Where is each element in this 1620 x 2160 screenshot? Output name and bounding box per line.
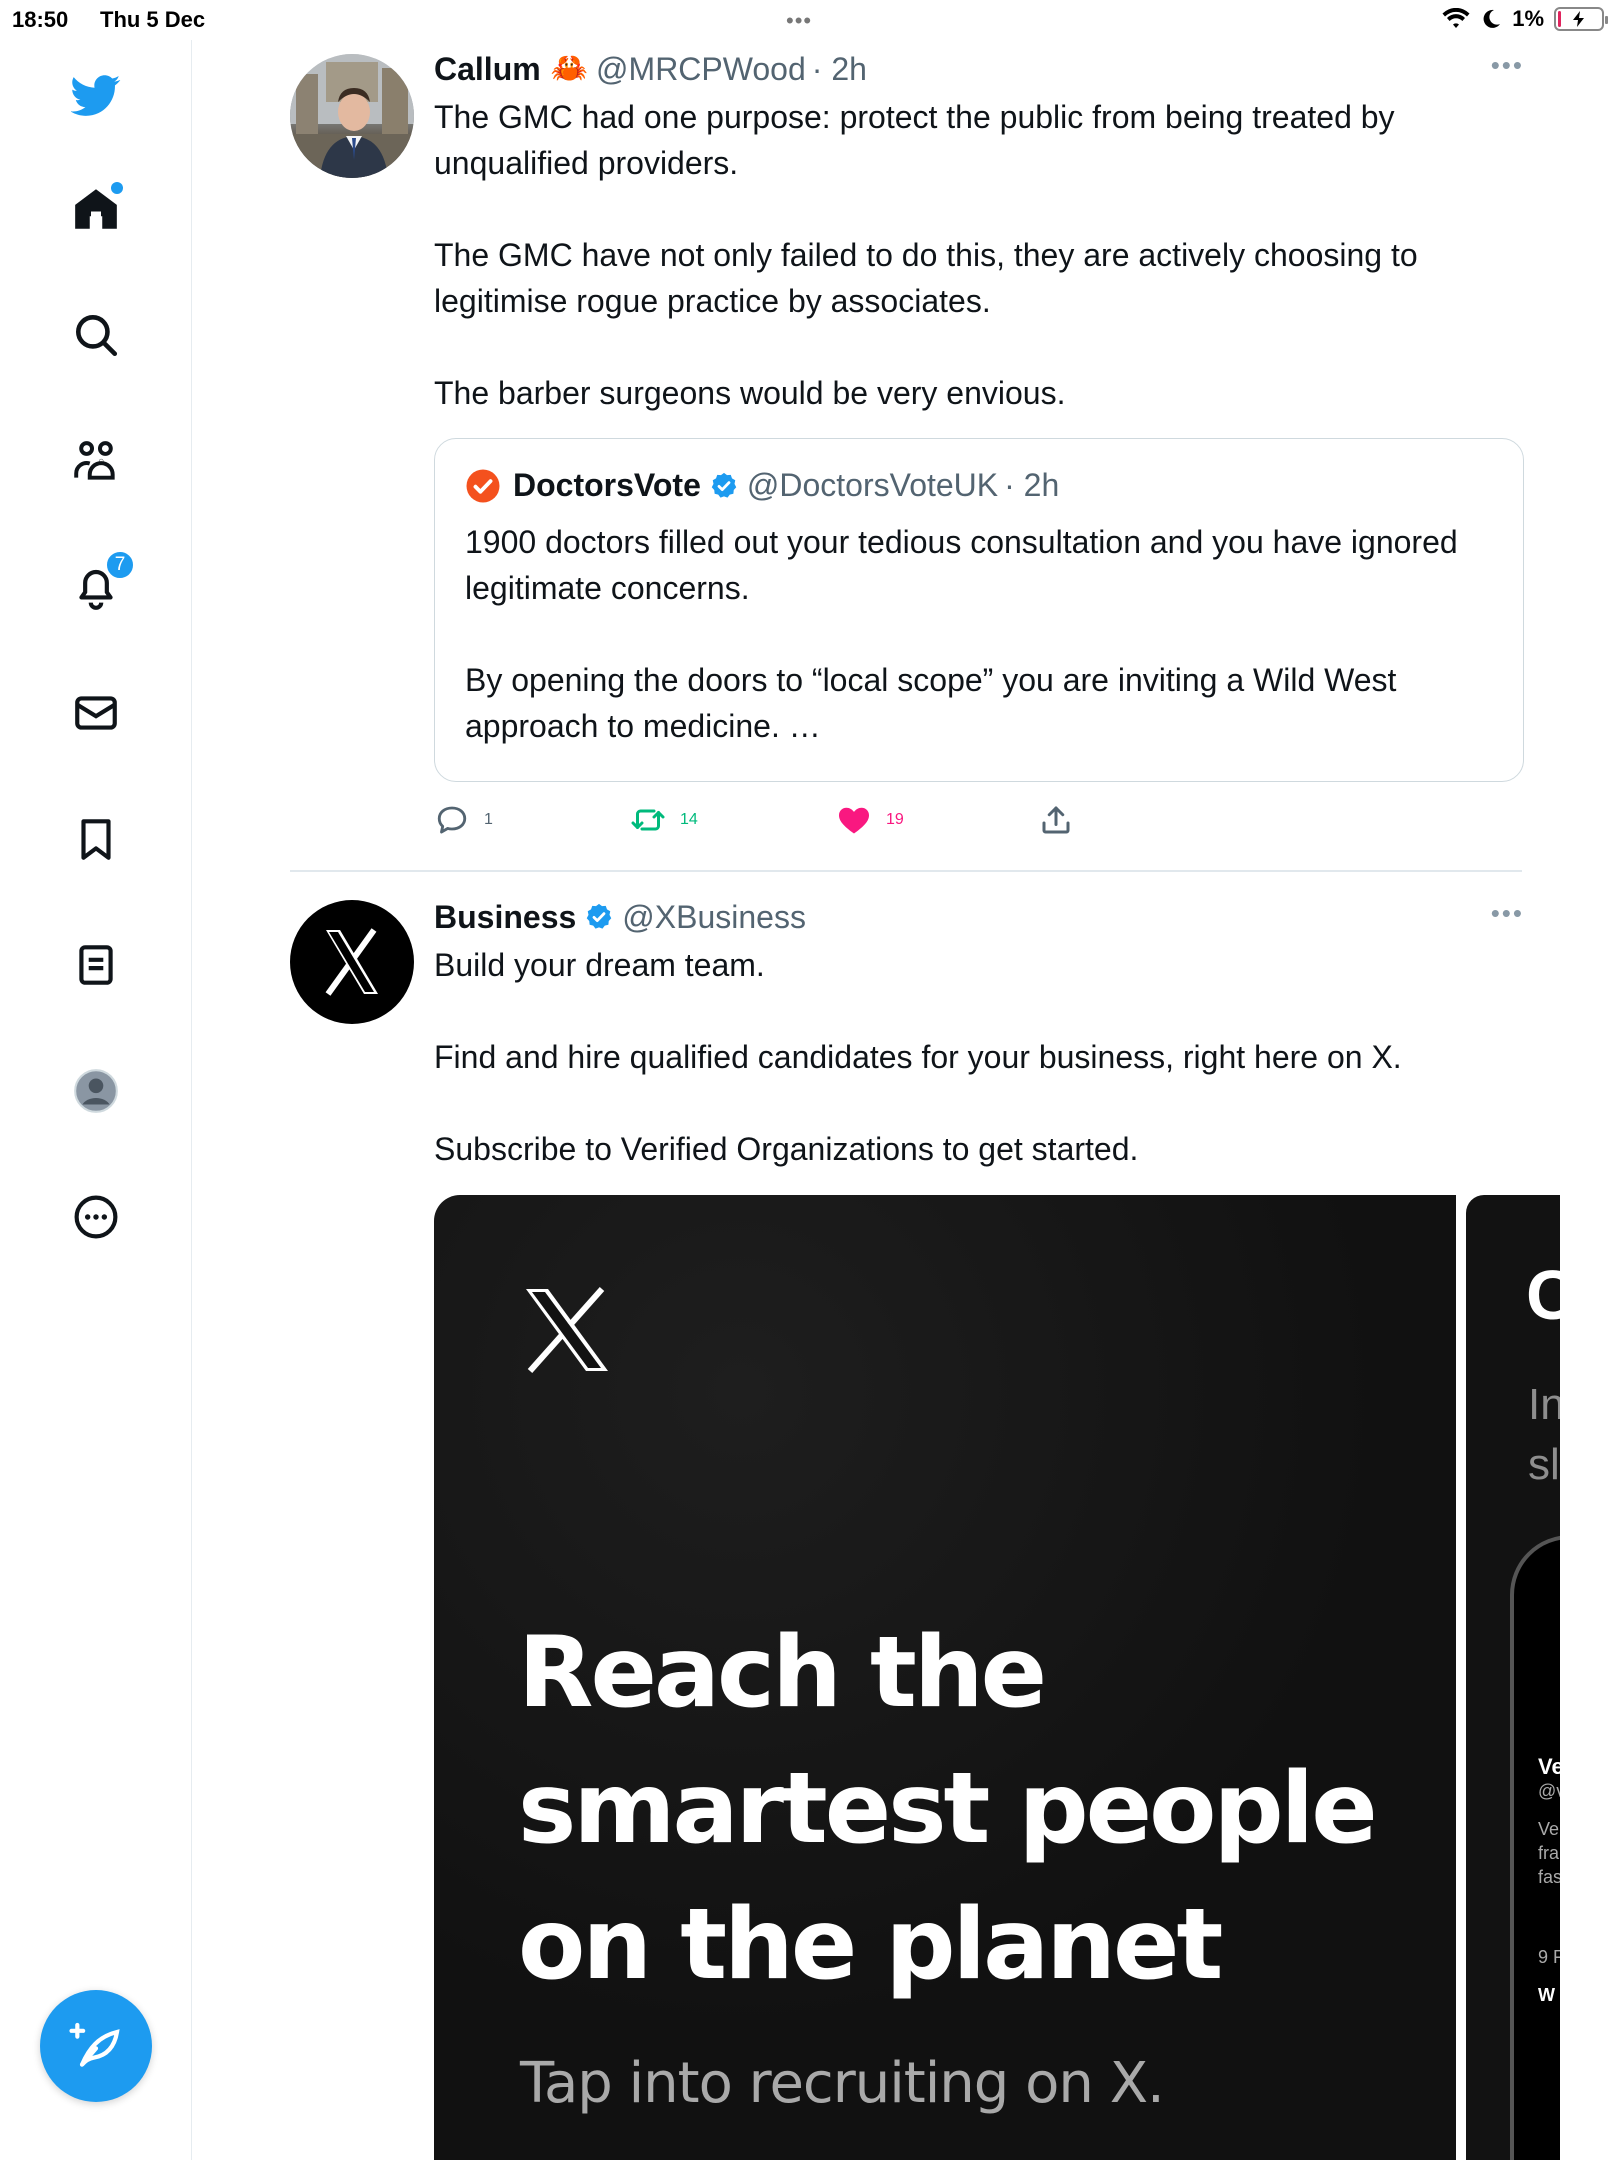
avatar-callum[interactable] <box>290 54 414 178</box>
twitter-logo-icon[interactable] <box>65 64 127 126</box>
author-name[interactable]: Business <box>434 898 576 936</box>
nav-lists[interactable] <box>65 934 127 996</box>
phone-line: 9 F <box>1538 1947 1560 1967</box>
quote-paragraph: By opening the doors to “local scope” yo… <box>465 662 1397 744</box>
wifi-icon <box>1442 8 1470 28</box>
phone-line: W <box>1538 1985 1555 2005</box>
status-bar: 18:50 Thu 5 Dec ••• 1% <box>0 0 1620 40</box>
tweet-content: Business @XBusiness ••• Build your dream… <box>434 898 1524 1172</box>
quote-paragraph: 1900 doctors filled out your tedious con… <box>465 524 1458 606</box>
phone-line: fra <box>1538 1843 1560 1863</box>
profile-avatar-icon <box>74 1069 118 1113</box>
quote-author-handle: @DoctorsVoteUK <box>746 467 999 503</box>
like-count: 19 <box>886 811 904 828</box>
reply-button[interactable]: 1 <box>434 802 493 838</box>
battery-icon <box>1554 7 1608 31</box>
phone-text: Ve @v Ve fra fas 9 F W <box>1538 1755 1560 2007</box>
retweet-count: 14 <box>680 811 698 828</box>
avatar-xbusiness[interactable] <box>290 900 414 1024</box>
status-right: 1% <box>1442 6 1608 32</box>
compose-feather-icon <box>69 2022 120 2067</box>
list-icon <box>79 945 113 985</box>
search-icon <box>76 315 118 357</box>
tweet-paragraph: The barber surgeons would be very enviou… <box>434 375 1066 411</box>
home-new-dot <box>111 182 123 194</box>
nav-more[interactable] <box>65 1186 127 1248</box>
heart-icon <box>839 807 869 834</box>
x-logo-icon <box>526 1287 608 1373</box>
nav-profile[interactable] <box>65 1060 127 1122</box>
next-card-line: sl <box>1528 1440 1560 1489</box>
next-card-title: C <box>1526 1256 1560 1334</box>
nav-explore[interactable] <box>65 304 127 366</box>
status-date: Thu 5 Dec <box>100 7 206 32</box>
moon-icon <box>1483 9 1501 28</box>
quote-time: · 2h <box>1004 467 1060 503</box>
sidebar: 7 <box>0 40 192 2160</box>
media-carousel[interactable]: Reach the smartest people on the planet … <box>434 1195 1560 2160</box>
tweet-header: Callum 🦀 @MRCPWood · 2h <box>434 50 1524 88</box>
phone-line: Ve <box>1538 1754 1560 1779</box>
notification-badge: 7 <box>105 550 135 580</box>
nav-bookmarks[interactable] <box>65 808 127 870</box>
more-circle-icon <box>74 1195 118 1239</box>
tweet-text: Build your dream team. Find and hire qua… <box>434 942 1524 1172</box>
communities-icon <box>74 441 115 480</box>
retweet-button[interactable]: 14 <box>630 802 698 838</box>
tweet-paragraph: Build your dream team. <box>434 947 765 983</box>
quote-author-name: DoctorsVote <box>513 467 701 503</box>
verified-badge-icon <box>587 903 612 929</box>
phone-line: fas <box>1538 1867 1560 1887</box>
tweet-more-icon[interactable]: ••• <box>1491 898 1524 929</box>
status-time: 18:50 <box>12 7 69 32</box>
nav-messages[interactable] <box>65 682 127 744</box>
bookmark-icon <box>81 819 111 860</box>
next-card-line: In <box>1528 1380 1560 1429</box>
compose-tweet-button[interactable] <box>40 1990 152 2102</box>
media-card-next[interactable]: C In sl Ve @v Ve fra fas 9 F W <box>1466 1195 1560 2160</box>
retweet-icon <box>631 809 665 831</box>
tweet-callum[interactable]: Callum 🦀 @MRCPWood · 2h ••• The GMC had … <box>290 50 1524 860</box>
author-handle[interactable]: @MRCPWood <box>596 50 806 88</box>
tweet-paragraph: Subscribe to Verified Organizations to g… <box>434 1131 1139 1167</box>
nav-home[interactable] <box>65 178 127 240</box>
next-card-text: In sl <box>1528 1375 1560 1495</box>
phone-line: Ve <box>1538 1819 1560 1839</box>
quoted-tweet[interactable]: DoctorsVote @DoctorsVoteUK · 2h 1900 doc… <box>434 438 1524 782</box>
like-button[interactable]: 19 <box>836 802 904 838</box>
author-handle[interactable]: @XBusiness <box>622 898 806 936</box>
quote-header: DoctorsVote @DoctorsVoteUK · 2h <box>465 467 1059 504</box>
tweet-more-icon[interactable]: ••• <box>1491 50 1524 81</box>
tweet-time[interactable]: · 2h <box>812 50 867 88</box>
verified-badge-icon <box>711 472 737 498</box>
mail-icon <box>75 696 117 730</box>
tweet-paragraph: The GMC have not only failed to do this,… <box>434 237 1418 319</box>
quote-text: 1900 doctors filled out your tedious con… <box>465 519 1493 749</box>
media-headline: Reach the smartest people on the planet <box>518 1616 1378 2002</box>
tweet-paragraph: The GMC had one purpose: protect the pub… <box>434 99 1395 181</box>
tweet-divider <box>290 870 1522 872</box>
reply-icon <box>437 806 467 834</box>
nav-notifications[interactable]: 7 <box>65 550 135 618</box>
share-button[interactable] <box>1038 802 1074 838</box>
tweet-content: Callum 🦀 @MRCPWood · 2h ••• The GMC had … <box>434 50 1524 416</box>
share-icon <box>1042 806 1070 834</box>
doctorsvote-logo-icon <box>466 469 500 502</box>
phone-line: @v <box>1538 1781 1560 1801</box>
tweet-paragraph: Find and hire qualified candidates for y… <box>434 1039 1402 1075</box>
battery-percent: 1% <box>1512 6 1544 31</box>
tweet-text: The GMC had one purpose: protect the pub… <box>434 94 1524 416</box>
author-name[interactable]: Callum <box>434 50 541 88</box>
nav-communities[interactable] <box>65 430 127 492</box>
media-subtitle: Tap into recruiting on X. <box>520 2051 1165 2116</box>
media-card-recruiting[interactable]: Reach the smartest people on the planet … <box>434 1195 1456 2160</box>
tweet-header: Business @XBusiness <box>434 898 1524 936</box>
reply-count: 1 <box>484 811 493 828</box>
crab-emoji: 🦀 <box>550 52 589 85</box>
multitasking-dots[interactable]: ••• <box>786 8 812 34</box>
